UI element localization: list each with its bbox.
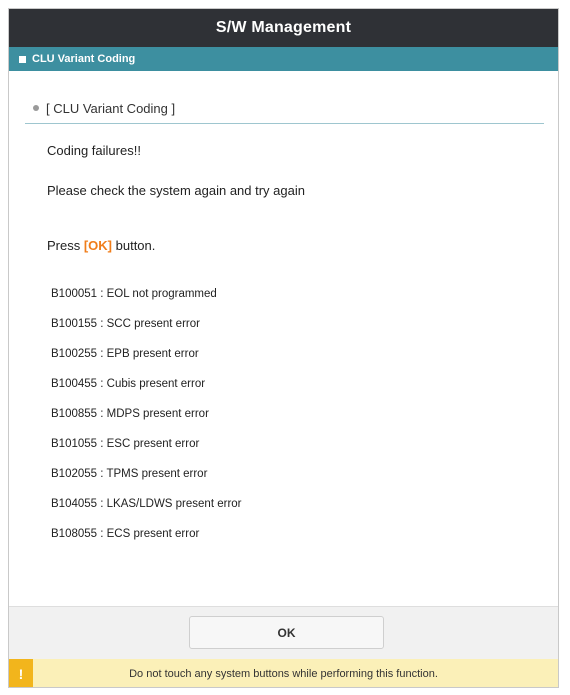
instruction-message: Please check the system again and try ag…: [47, 183, 305, 198]
error-code-separator: :: [97, 438, 107, 450]
warning-text: Do not touch any system buttons while pe…: [129, 668, 438, 680]
error-code-row: B104055 : LKAS/LDWS present error: [51, 489, 544, 519]
subheader-label: CLU Variant Coding: [32, 53, 136, 65]
warning-icon: !: [9, 659, 33, 687]
error-description: MDPS present error: [106, 408, 209, 420]
dialog-window: S/W Management CLU Variant Coding [ CLU …: [8, 8, 559, 688]
window-title: S/W Management: [215, 19, 352, 36]
error-description: ESC present error: [106, 438, 200, 450]
error-code-row: B100255 : EPB present error: [51, 339, 544, 369]
section-heading: [ CLU Variant Coding ]: [25, 93, 544, 124]
error-code: B100455: [51, 378, 98, 390]
error-code: B108055: [51, 528, 98, 540]
section-heading-text: [ CLU Variant Coding ]: [46, 100, 176, 116]
error-description: TPMS present error: [106, 468, 208, 480]
error-code: B100855: [51, 408, 98, 420]
error-code: B100255: [51, 348, 98, 360]
error-code-separator: :: [97, 498, 107, 510]
ok-button[interactable]: OK: [189, 616, 384, 649]
footer-bar: OK: [9, 606, 558, 659]
error-code: B102055: [51, 468, 98, 480]
press-suffix: button.: [112, 238, 156, 253]
error-description: EOL not programmed: [106, 288, 217, 300]
error-code-row: B100155 : SCC present error: [51, 309, 544, 339]
error-code-separator: :: [97, 318, 107, 330]
error-code-row: B101055 : ESC present error: [51, 429, 544, 459]
error-code: B101055: [51, 438, 98, 450]
error-description: Cubis present error: [106, 378, 206, 390]
press-prefix: Press: [47, 238, 84, 253]
message-block: Coding failures!! Please check the syste…: [25, 143, 544, 549]
bullet-dot-icon: [33, 105, 39, 111]
error-code: B100155: [51, 318, 98, 330]
error-code-row: B100051 : EOL not programmed: [51, 279, 544, 309]
error-code-row: B100455 : Cubis present error: [51, 369, 544, 399]
error-code-list: B100051 : EOL not programmed B100155 : SC…: [47, 279, 544, 549]
error-description: EPB present error: [106, 348, 199, 360]
error-code-separator: :: [97, 288, 107, 300]
ok-inline-label: [OK]: [83, 238, 113, 253]
error-code-separator: :: [97, 348, 107, 360]
error-code-row: B100855 : MDPS present error: [51, 399, 544, 429]
error-description: SCC present error: [106, 318, 200, 330]
error-description: LKAS/LDWS present error: [106, 498, 242, 510]
subheader-bar: CLU Variant Coding: [9, 47, 558, 71]
failure-message: Coding failures!!: [47, 143, 141, 158]
warning-bar: ! Do not touch any system buttons while …: [9, 659, 558, 687]
error-code-row: B108055 : ECS present error: [51, 519, 544, 549]
error-code: B104055: [51, 498, 98, 510]
window-titlebar: S/W Management: [9, 9, 558, 47]
error-code-separator: :: [97, 528, 107, 540]
press-ok-message: Press [OK] button.: [47, 238, 544, 253]
error-code-separator: :: [97, 378, 107, 390]
content-area: [ CLU Variant Coding ] Coding failures!!…: [9, 93, 558, 549]
error-description: ECS present error: [106, 528, 200, 540]
error-code-separator: :: [97, 408, 107, 420]
error-code: B100051: [51, 288, 98, 300]
error-code-row: B102055 : TPMS present error: [51, 459, 544, 489]
square-bullet-icon: [19, 55, 26, 63]
